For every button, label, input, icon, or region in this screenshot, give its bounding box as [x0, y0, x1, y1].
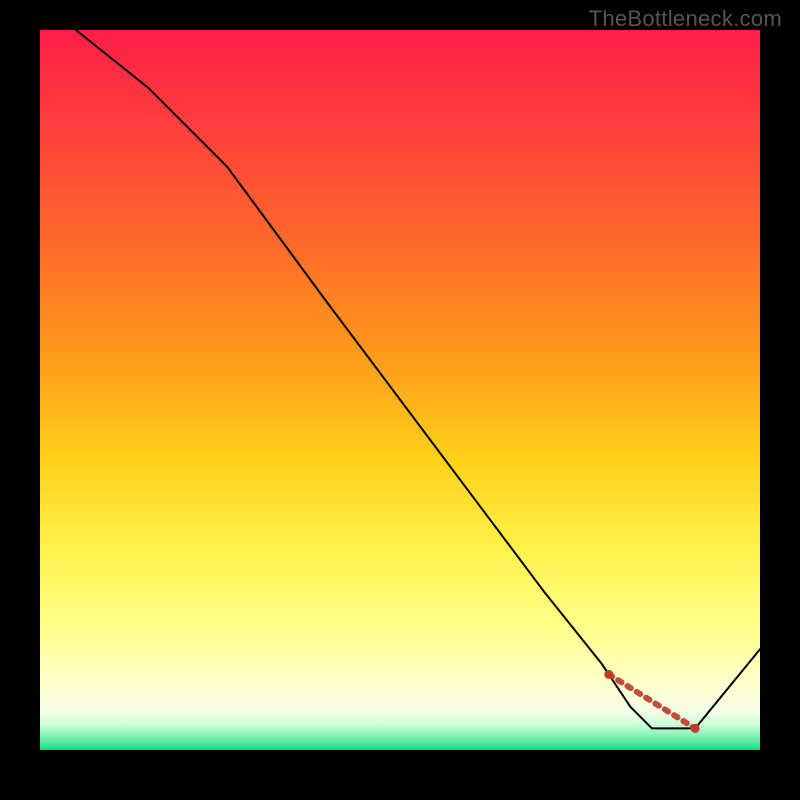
chart-frame: TheBottleneck.com	[0, 0, 800, 800]
highlight-dot-left	[604, 670, 613, 679]
bottleneck-chart	[0, 0, 800, 800]
highlight-dot-right	[691, 724, 700, 733]
watermark-text: TheBottleneck.com	[589, 6, 782, 32]
plot-background	[40, 30, 760, 750]
